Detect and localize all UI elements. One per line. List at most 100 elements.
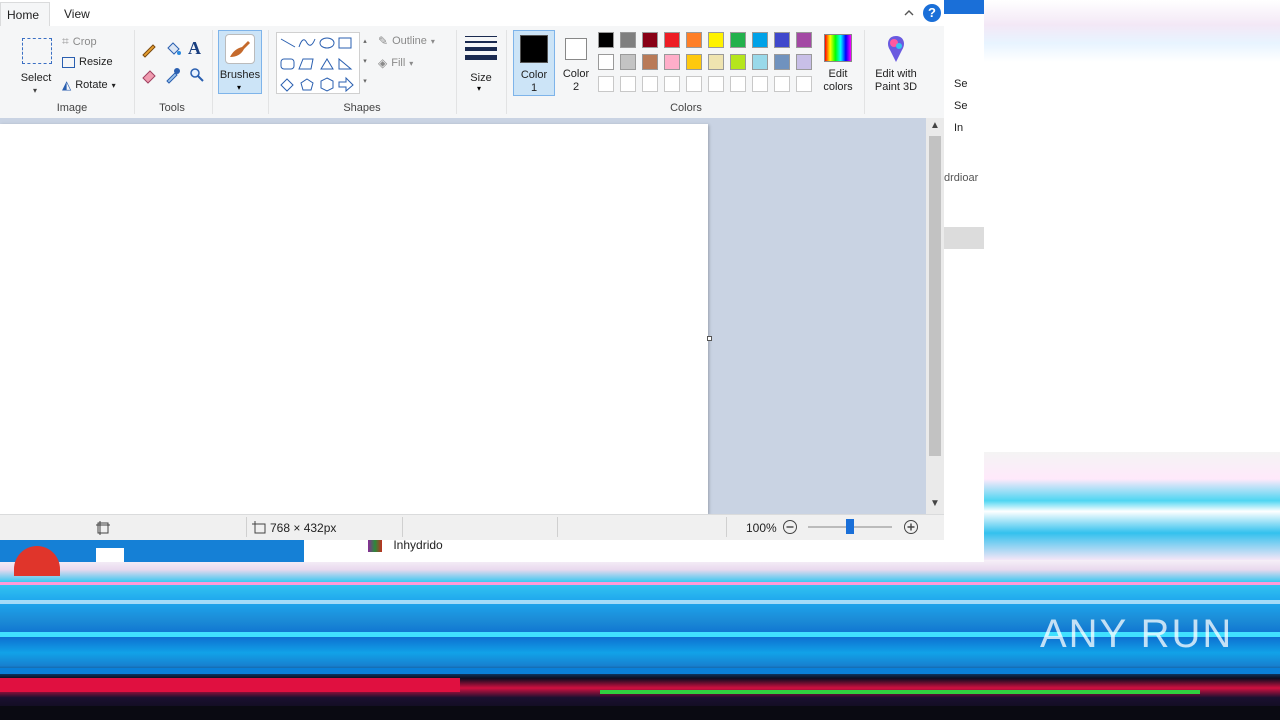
divider (268, 30, 269, 114)
fill-label: Fill (391, 57, 406, 69)
palette-swatch[interactable] (796, 32, 812, 48)
brushes-label: Brushes (219, 69, 261, 81)
magnifier-icon[interactable] (188, 66, 206, 89)
divider (134, 30, 135, 114)
palette-swatch[interactable] (796, 54, 812, 70)
palette-swatch[interactable] (642, 54, 658, 70)
palette-swatch[interactable] (686, 32, 702, 48)
document-icon[interactable] (96, 548, 124, 562)
shapes-group-label: Shapes (343, 102, 381, 114)
size-button[interactable]: Size ▾ (462, 30, 500, 94)
divider (557, 517, 558, 537)
palette-swatch[interactable] (598, 54, 614, 70)
crop-button[interactable]: ⌗ Crop (62, 34, 97, 49)
side-panel-text: drdioar (944, 172, 979, 184)
custom-color-slot[interactable] (664, 76, 680, 92)
color2-button[interactable]: Color 2 (557, 30, 595, 96)
palette-swatch[interactable] (664, 32, 680, 48)
rotate-button[interactable]: ◭ Rotate ▾ (62, 78, 116, 92)
divider (864, 30, 865, 114)
palette-swatch[interactable] (774, 54, 790, 70)
vertical-scrollbar[interactable]: ▲ ▼ (926, 118, 944, 514)
text-tool-icon[interactable]: A (188, 38, 201, 59)
palette-swatch[interactable] (620, 54, 636, 70)
palette-swatch[interactable] (686, 54, 702, 70)
zoom-in-icon[interactable] (903, 519, 919, 538)
pencil-icon[interactable] (140, 40, 158, 63)
select-button[interactable]: Select ▾ (14, 30, 58, 95)
custom-color-slot[interactable] (620, 76, 636, 92)
ribbon-tabs: Home View ? (0, 0, 944, 27)
fill-button[interactable]: ◈ Fill ▾ (378, 56, 413, 70)
scrollbar-thumb[interactable] (929, 136, 941, 456)
palette-swatch[interactable] (708, 32, 724, 48)
palette-swatch[interactable] (642, 32, 658, 48)
crop-label: Crop (72, 35, 97, 48)
paint3d-line1: Edit with (875, 68, 917, 80)
scroll-up-icon[interactable]: ▲ (930, 120, 940, 131)
custom-color-slot[interactable] (774, 76, 790, 92)
resize-button[interactable]: Resize (62, 56, 113, 68)
brushes-dropdown-icon: ▾ (237, 83, 242, 92)
color2-label: Color (562, 68, 590, 80)
divider (402, 517, 403, 537)
fill-bucket-icon[interactable] (164, 40, 182, 63)
custom-color-slot[interactable] (598, 76, 614, 92)
custom-color-slot[interactable] (708, 76, 724, 92)
fill-icon: ◈ (378, 56, 388, 70)
tools-group-label: Tools (159, 102, 185, 114)
brushes-button[interactable]: Brushes ▾ (218, 30, 262, 94)
outline-button[interactable]: ✎ Outline ▾ (378, 34, 435, 48)
divider (212, 30, 213, 114)
eraser-icon[interactable] (140, 66, 158, 89)
palette-swatch[interactable] (774, 32, 790, 48)
shapes-scroll-icon[interactable]: ▴ ▾ ▾ (360, 32, 370, 94)
tab-view[interactable]: View (58, 2, 96, 26)
scroll-down-icon[interactable]: ▼ (930, 498, 940, 509)
color-picker-icon[interactable] (164, 66, 182, 89)
color1-button[interactable]: Color 1 (513, 30, 555, 96)
side-item-1[interactable]: Se (954, 78, 967, 90)
palette-swatch[interactable] (752, 32, 768, 48)
custom-color-slot[interactable] (752, 76, 768, 92)
palette-swatch[interactable] (620, 32, 636, 48)
color1-number: 1 (530, 82, 538, 94)
palette-swatch[interactable] (664, 54, 680, 70)
rotate-label: Rotate (75, 79, 108, 91)
taskbar-item[interactable]: Inhydrido (368, 538, 443, 552)
palette-swatch[interactable] (730, 54, 746, 70)
divider (726, 517, 727, 537)
custom-color-slot[interactable] (686, 76, 702, 92)
drawing-canvas[interactable] (0, 124, 708, 514)
custom-color-slot[interactable] (730, 76, 746, 92)
collapse-ribbon-icon[interactable] (903, 6, 915, 24)
palette-swatch[interactable] (752, 54, 768, 70)
palette-swatch[interactable] (598, 32, 614, 48)
chrome-icon[interactable] (14, 546, 60, 576)
taskbar-highlight (0, 540, 304, 576)
custom-color-slot[interactable] (642, 76, 658, 92)
divider (506, 30, 507, 114)
color2-number: 2 (572, 81, 580, 93)
custom-color-slot[interactable] (796, 76, 812, 92)
side-panel-selection (944, 227, 984, 249)
edit-colors-button[interactable]: Edit colors (818, 30, 858, 96)
side-item-2[interactable]: Se (954, 100, 967, 112)
tab-home[interactable]: Home (0, 2, 50, 27)
shapes-gallery[interactable] (276, 32, 360, 94)
colors-group-label: Colors (670, 102, 702, 114)
canvas-resize-handle[interactable] (707, 336, 712, 341)
zoom-slider[interactable] (808, 519, 892, 534)
edit-with-paint3d-button[interactable]: Edit with Paint 3D (868, 30, 924, 96)
palette-swatch[interactable] (730, 32, 746, 48)
background-side-panel: Se Se In drdioar (944, 0, 984, 560)
help-icon[interactable]: ? (923, 4, 941, 22)
fill-dropdown-icon: ▾ (409, 58, 414, 68)
ribbon: Select ▾ ⌗ Crop Resize ◭ Rotate ▾ Image … (0, 26, 944, 119)
canvas-workspace[interactable] (0, 118, 926, 514)
side-item-3[interactable]: In (954, 122, 963, 134)
zoom-out-icon[interactable] (782, 519, 798, 538)
zoom-slider-thumb[interactable] (846, 519, 854, 534)
image-group-label: Image (56, 102, 88, 114)
palette-swatch[interactable] (708, 54, 724, 70)
